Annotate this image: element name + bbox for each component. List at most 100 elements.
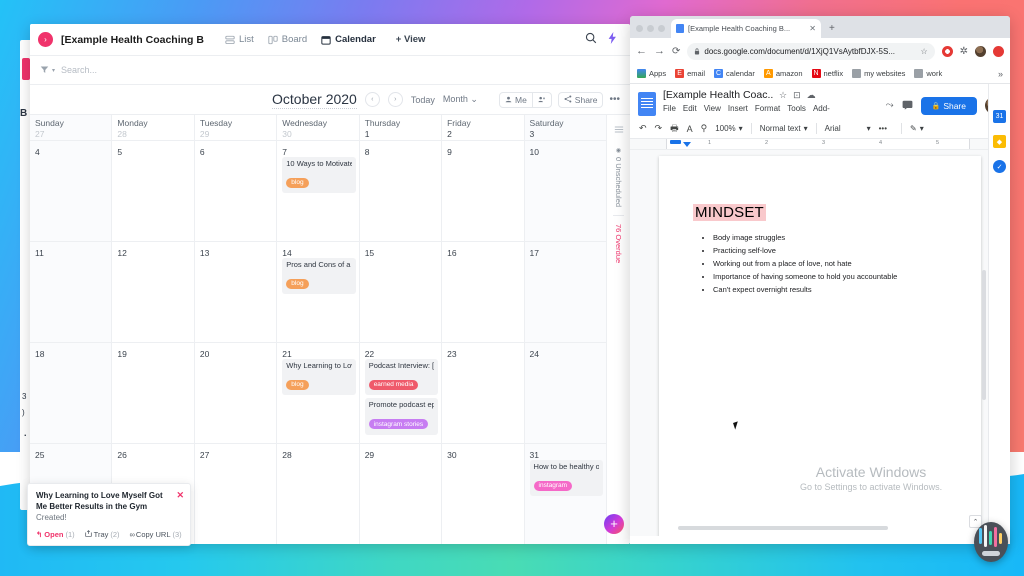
- calendar-day-cell[interactable]: 30: [442, 444, 525, 544]
- calendar-day-cell[interactable]: 12: [112, 242, 195, 342]
- reload-button[interactable]: ⟳: [672, 46, 680, 57]
- calendar-day-cell[interactable]: 20: [195, 343, 278, 443]
- me-filter-button[interactable]: Me: [498, 91, 533, 108]
- docs-menu-tools[interactable]: Tools: [787, 104, 806, 113]
- assistant-floating-button[interactable]: [974, 522, 1008, 562]
- window-maximize-dot[interactable]: [658, 25, 665, 32]
- bookmark-my-websites[interactable]: my websites: [852, 69, 905, 78]
- move-icon[interactable]: ⊡: [793, 90, 801, 101]
- bookmark-calendar[interactable]: Ccalendar: [714, 69, 755, 78]
- calendar-day-cell[interactable]: 4: [30, 141, 113, 241]
- calendar-event[interactable]: Promote podcast episo instagram stories: [364, 398, 439, 435]
- bookmarks-overflow-button[interactable]: »: [998, 69, 1003, 79]
- more-toolbar-icon[interactable]: •••: [879, 124, 887, 133]
- calendar-day-cell[interactable]: 17: [524, 242, 606, 342]
- share-button[interactable]: Share: [557, 91, 604, 108]
- toast-open-button[interactable]: ↰ Open (1): [36, 530, 75, 539]
- docs-ruler[interactable]: 1 2 3 4 5: [630, 139, 1010, 150]
- docs-menu-format[interactable]: Format: [755, 104, 780, 113]
- calendar-day-cell[interactable]: 16: [442, 242, 525, 342]
- star-icon[interactable]: ☆: [920, 47, 927, 56]
- address-bar[interactable]: docs.google.com/document/d/1XjQ1VsAytbfD…: [687, 42, 935, 60]
- calendar-day-cell[interactable]: 27: [195, 444, 278, 544]
- docs-menu-insert[interactable]: Insert: [728, 104, 748, 113]
- calendar-event-tag[interactable]: earned media: [368, 379, 419, 390]
- calendar-day-cell[interactable]: 24: [524, 343, 606, 443]
- more-options-button[interactable]: •••: [609, 94, 620, 105]
- calendar-day-cell[interactable]: 11: [30, 242, 113, 342]
- calendar-event[interactable]: 10 Ways to Motivate Yo blog: [282, 157, 356, 194]
- docs-share-button[interactable]: 🔒 Share: [920, 96, 977, 115]
- clickup-tab-list[interactable]: List: [218, 30, 261, 49]
- paint-format-icon[interactable]: ⚲: [701, 123, 708, 134]
- range-selector[interactable]: Month ⌄: [443, 94, 478, 105]
- toast-copyurl-button[interactable]: ∞ Copy URL (3): [130, 530, 182, 539]
- lightning-icon[interactable]: [607, 31, 618, 49]
- search-input[interactable]: Search...: [61, 65, 97, 75]
- vertical-scrollbar[interactable]: [982, 270, 986, 400]
- docs-menu-view[interactable]: View: [704, 104, 721, 113]
- calendar-day-cell[interactable]: 13: [195, 242, 278, 342]
- bookmark-email[interactable]: Eemail: [675, 69, 705, 78]
- clickup-tab-calendar[interactable]: Calendar: [314, 30, 383, 49]
- calendar-event[interactable]: Pros and Cons of a Ket blog: [282, 258, 356, 295]
- style-selector[interactable]: Normal text ▾: [760, 124, 808, 133]
- redo-icon[interactable]: ↷: [655, 123, 663, 134]
- activity-icon[interactable]: ⤳: [886, 100, 894, 111]
- window-close-dot[interactable]: [636, 25, 643, 32]
- document-title[interactable]: [Example Health Coac...: [663, 89, 773, 101]
- horizontal-scrollbar[interactable]: [678, 526, 888, 530]
- first-line-indent-marker[interactable]: [683, 142, 691, 147]
- google-keep-icon[interactable]: ◆: [993, 135, 1006, 148]
- calendar-day-cell[interactable]: 22 Podcast Interview: [sho earned media Pro…: [360, 343, 443, 443]
- profile-icon[interactable]: [975, 45, 986, 57]
- docs-menu-edit[interactable]: Edit: [683, 104, 697, 113]
- calendar-day-cell[interactable]: 18: [30, 343, 113, 443]
- font-selector[interactable]: Arial ▾: [825, 124, 871, 133]
- adblock-icon[interactable]: [941, 45, 953, 57]
- prev-month-button[interactable]: ‹: [364, 92, 380, 107]
- calendar-day-cell[interactable]: 31 How to be healthy on h instagram: [524, 444, 606, 544]
- calendar-event-tag[interactable]: instagram stories: [368, 419, 429, 430]
- calendar-day-cell[interactable]: 29: [360, 444, 443, 544]
- calendar-event-tag[interactable]: instagram: [533, 480, 573, 491]
- new-tab-button[interactable]: +: [821, 23, 835, 38]
- back-button[interactable]: ←: [636, 45, 647, 57]
- bookmark-amazon[interactable]: Aamazon: [763, 69, 803, 78]
- calendar-day-cell[interactable]: 21 Why Learning to Love M blog: [277, 343, 360, 443]
- rail-unscheduled[interactable]: ◉ 0 Unscheduled: [614, 147, 623, 207]
- assignees-filter-button[interactable]: [532, 91, 552, 108]
- bookmark-netflix[interactable]: Nnetflix: [811, 69, 843, 78]
- spellcheck-icon[interactable]: A: [687, 124, 693, 134]
- calendar-day-cell[interactable]: 7 10 Ways to Motivate Yo blog: [277, 141, 360, 241]
- undo-icon[interactable]: ↶: [639, 123, 647, 134]
- new-task-fab-button[interactable]: +: [604, 514, 624, 534]
- editing-mode-selector[interactable]: ✎ ▾: [910, 124, 924, 133]
- calendar-day-cell[interactable]: 15: [360, 242, 443, 342]
- rail-menu-icon[interactable]: [614, 121, 624, 139]
- docs-menu-add[interactable]: Add-: [813, 104, 830, 113]
- zoom-selector[interactable]: 100% ▾: [715, 124, 742, 133]
- google-tasks-icon[interactable]: ✓: [993, 160, 1006, 173]
- close-icon[interactable]: ✕: [176, 490, 184, 501]
- filter-control[interactable]: ▾: [40, 65, 55, 76]
- left-indent-marker[interactable]: [670, 140, 681, 144]
- clickup-tab-board[interactable]: Board: [261, 30, 314, 49]
- calendar-event[interactable]: Why Learning to Love M blog: [282, 359, 356, 396]
- docs-menu-file[interactable]: File: [663, 104, 676, 113]
- calendar-event-tag[interactable]: blog: [286, 278, 309, 289]
- window-minimize-dot[interactable]: [647, 25, 654, 32]
- star-icon[interactable]: ☆: [779, 90, 787, 101]
- calendar-day-cell[interactable]: 28: [277, 444, 360, 544]
- search-icon[interactable]: [585, 31, 597, 49]
- print-icon[interactable]: 🖶: [670, 121, 679, 137]
- cloud-icon[interactable]: ☁: [807, 90, 816, 101]
- calendar-day-cell[interactable]: 6: [195, 141, 278, 241]
- calendar-day-cell[interactable]: 23: [442, 343, 525, 443]
- calendar-day-cell[interactable]: 14 Pros and Cons of a Ket blog: [277, 242, 360, 342]
- calendar-event-tag[interactable]: blog: [286, 379, 309, 390]
- puzzle-icon[interactable]: ✲: [960, 46, 968, 57]
- document-page[interactable]: MINDSET Body image strugglesPracticing s…: [659, 156, 981, 536]
- rail-overdue[interactable]: 76 Overdue: [614, 224, 623, 263]
- calendar-day-cell[interactable]: 8: [360, 141, 443, 241]
